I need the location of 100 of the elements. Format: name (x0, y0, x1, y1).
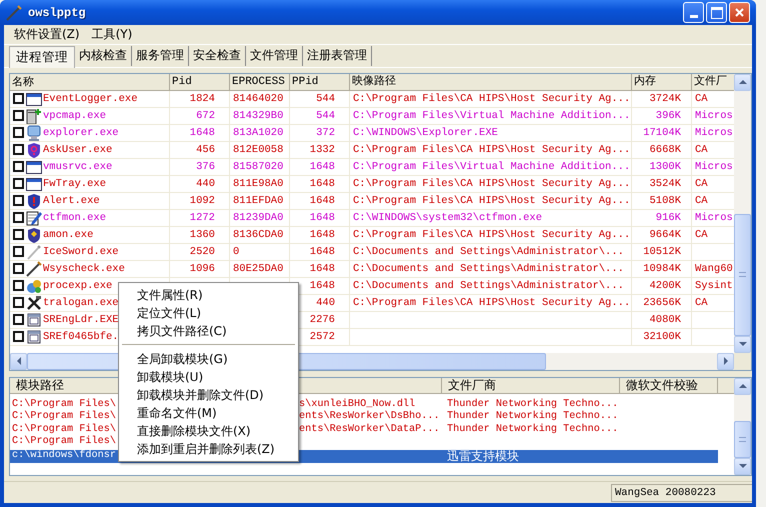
table-cell: 迅雷支持模块 (447, 448, 519, 463)
table-cell-text: 3524K (649, 176, 681, 192)
module-path: ents\ResWorker\DataP... (299, 424, 440, 436)
table-cell-text: CA (695, 92, 708, 107)
table-cell-text: 81464020 (233, 92, 284, 107)
process-name: AskUser.exe (43, 142, 112, 158)
table-cell-text: 4080K (649, 312, 681, 328)
table-cell-text: 1092 (190, 194, 215, 209)
table-cell-text: 4200K (649, 278, 681, 294)
table-cell-text: 81587020 (233, 160, 284, 175)
table-cell-text: 10984K (643, 262, 681, 277)
process-name: amon.exe (43, 228, 94, 243)
table-cell-text: 1360 (190, 228, 215, 243)
table-cell-text: 1648 (310, 194, 335, 209)
table-cell-text: C:\Program Files\CA HIPS\Host Security Ag... (353, 176, 630, 192)
table-cell-text: 2572 (310, 330, 335, 345)
table-cell-text: 811EFDA0 (233, 194, 284, 209)
process-name: SREf0465bfe. (43, 330, 119, 345)
table-cell-text: 1648 (310, 210, 335, 226)
process-name: vmusrvc.exe (43, 160, 112, 175)
table-cell-text: 10512K (643, 244, 681, 260)
table-cell-text: 1824 (190, 92, 215, 107)
table-cell-text: Micros (695, 126, 733, 141)
table-cell-text: C:\Program Files\CA HIPS\Host Security Ag... (353, 228, 630, 243)
process-name: EventLogger.exe (43, 92, 138, 107)
table-cell-text: C:\Documents and Settings\Administrator\... (353, 244, 624, 260)
table-cell-text: 544 (316, 92, 335, 107)
process-name: FwTray.exe (43, 176, 106, 192)
status-text: WangSea 20080223 (611, 484, 752, 502)
table-cell-text: C:\Program Files\CA HIPS\Host Security Ag... (353, 92, 630, 107)
module-path: C:\Program Files\ (12, 436, 116, 449)
table-cell-text: Micros (695, 210, 733, 226)
table-cell-text: 1648 (310, 244, 335, 260)
table-cell-text: 1272 (190, 210, 215, 226)
table-cell-text: 5108K (649, 194, 681, 209)
process-name: tralogan.exe (43, 296, 119, 311)
module-path: ents\ResWorker\DsBho... (299, 411, 440, 424)
table-cell-text: C:\Documents and Settings\Administrator\... (353, 278, 624, 294)
table-cell-text: 440 (196, 176, 215, 192)
table-cell-text: 2276 (310, 312, 335, 328)
table-cell-text: 80E25DA0 (233, 262, 284, 277)
process-name: Wsyscheck.exe (43, 262, 125, 277)
table-cell-text: 2520 (190, 244, 215, 260)
table-cell-text: 6668K (649, 142, 681, 158)
table-cell-text: Sysint (695, 278, 733, 294)
process-name: ctfmon.exe (43, 210, 106, 226)
table-cell-text: 1648 (190, 126, 215, 141)
table-cell-text: CA (695, 228, 708, 243)
table-cell-text: Micros (695, 160, 733, 175)
table-cell-text: 456 (196, 142, 215, 158)
table-cell-text: C:\Program Files\CA HIPS\Host Security Ag... (353, 194, 630, 209)
module-path: C:\Program Files\ (12, 411, 116, 424)
table-cell-text: 1648 (310, 228, 335, 243)
table-cell-text: 0 (233, 244, 240, 260)
table-cell-text: Wang60 (695, 262, 733, 277)
table-cell-text: 1096 (190, 262, 215, 277)
table-cell-text: 813A1020 (233, 126, 284, 141)
table-cell-text: C:\WINDOWS\Explorer.EXE (353, 126, 498, 141)
table-cell: Thunder Networking Techno... (447, 411, 618, 422)
table-cell-text: 372 (316, 126, 335, 141)
table-cell-text: CA (695, 176, 708, 192)
table-cell-text: 81239DA0 (233, 210, 284, 226)
table-cell-text: C:\Program Files\Virtual Machine Addition... (353, 160, 630, 175)
table-cell-text: 544 (316, 108, 335, 124)
process-name: IceSword.exe (43, 244, 119, 260)
table-cell-text: C:\Program Files\CA HIPS\Host Security Ag... (353, 142, 630, 158)
table-cell-text: 396K (656, 108, 681, 124)
process-name: procexp.exe (43, 278, 112, 294)
module-path: c:\windows\fdonsr (12, 450, 116, 463)
table-cell-text: 3724K (649, 92, 681, 107)
table-cell-text: Micros (695, 108, 733, 124)
process-name: SREngLdr.EXE (43, 312, 119, 328)
table-cell-text: CA (695, 142, 708, 158)
table-cell-text: 23656K (643, 296, 681, 311)
table-cell-text: C:\Documents and Settings\Administrator\... (353, 262, 624, 277)
table-cell-text: CA (695, 194, 708, 209)
table-cell-text: 8136CDA0 (233, 228, 284, 243)
table-cell: Thunder Networking Techno... (447, 424, 618, 435)
table-cell-text: 1300K (649, 160, 681, 175)
table-cell-text: 1648 (310, 262, 335, 277)
table-cell-text: C:\Program Files\Virtual Machine Addition... (353, 108, 630, 124)
table-cell-text: 1648 (310, 278, 335, 294)
table-cell-text: 672 (196, 108, 215, 124)
table-cell-text: 814329B0 (233, 108, 284, 124)
process-name: vpcmap.exe (43, 108, 106, 124)
table-cell-text: 440 (316, 296, 335, 311)
table-cell-text: 1648 (310, 176, 335, 192)
table-cell-text: C:\Program Files\CA HIPS\Host Security Ag... (353, 296, 630, 311)
table-cell-text: 17104K (643, 126, 681, 141)
table-cell-text: 9664K (649, 228, 681, 243)
process-name: Alert.exe (43, 194, 100, 209)
table-cell-text: 32100K (643, 330, 681, 345)
table-cell-text: 812E0058 (233, 142, 284, 158)
table-cell-text: 811E98A0 (233, 176, 284, 192)
module-path: C:\Program Files\ (12, 424, 116, 436)
table-cell-text: C:\WINDOWS\system32\ctfmon.exe (353, 210, 542, 226)
table-cell: Thunder Networking Techno... (447, 398, 618, 410)
process-name: explorer.exe (43, 126, 119, 141)
module-path: s\xunleiBHO_Now.dll (299, 398, 416, 410)
table-cell-text: 1648 (310, 160, 335, 175)
